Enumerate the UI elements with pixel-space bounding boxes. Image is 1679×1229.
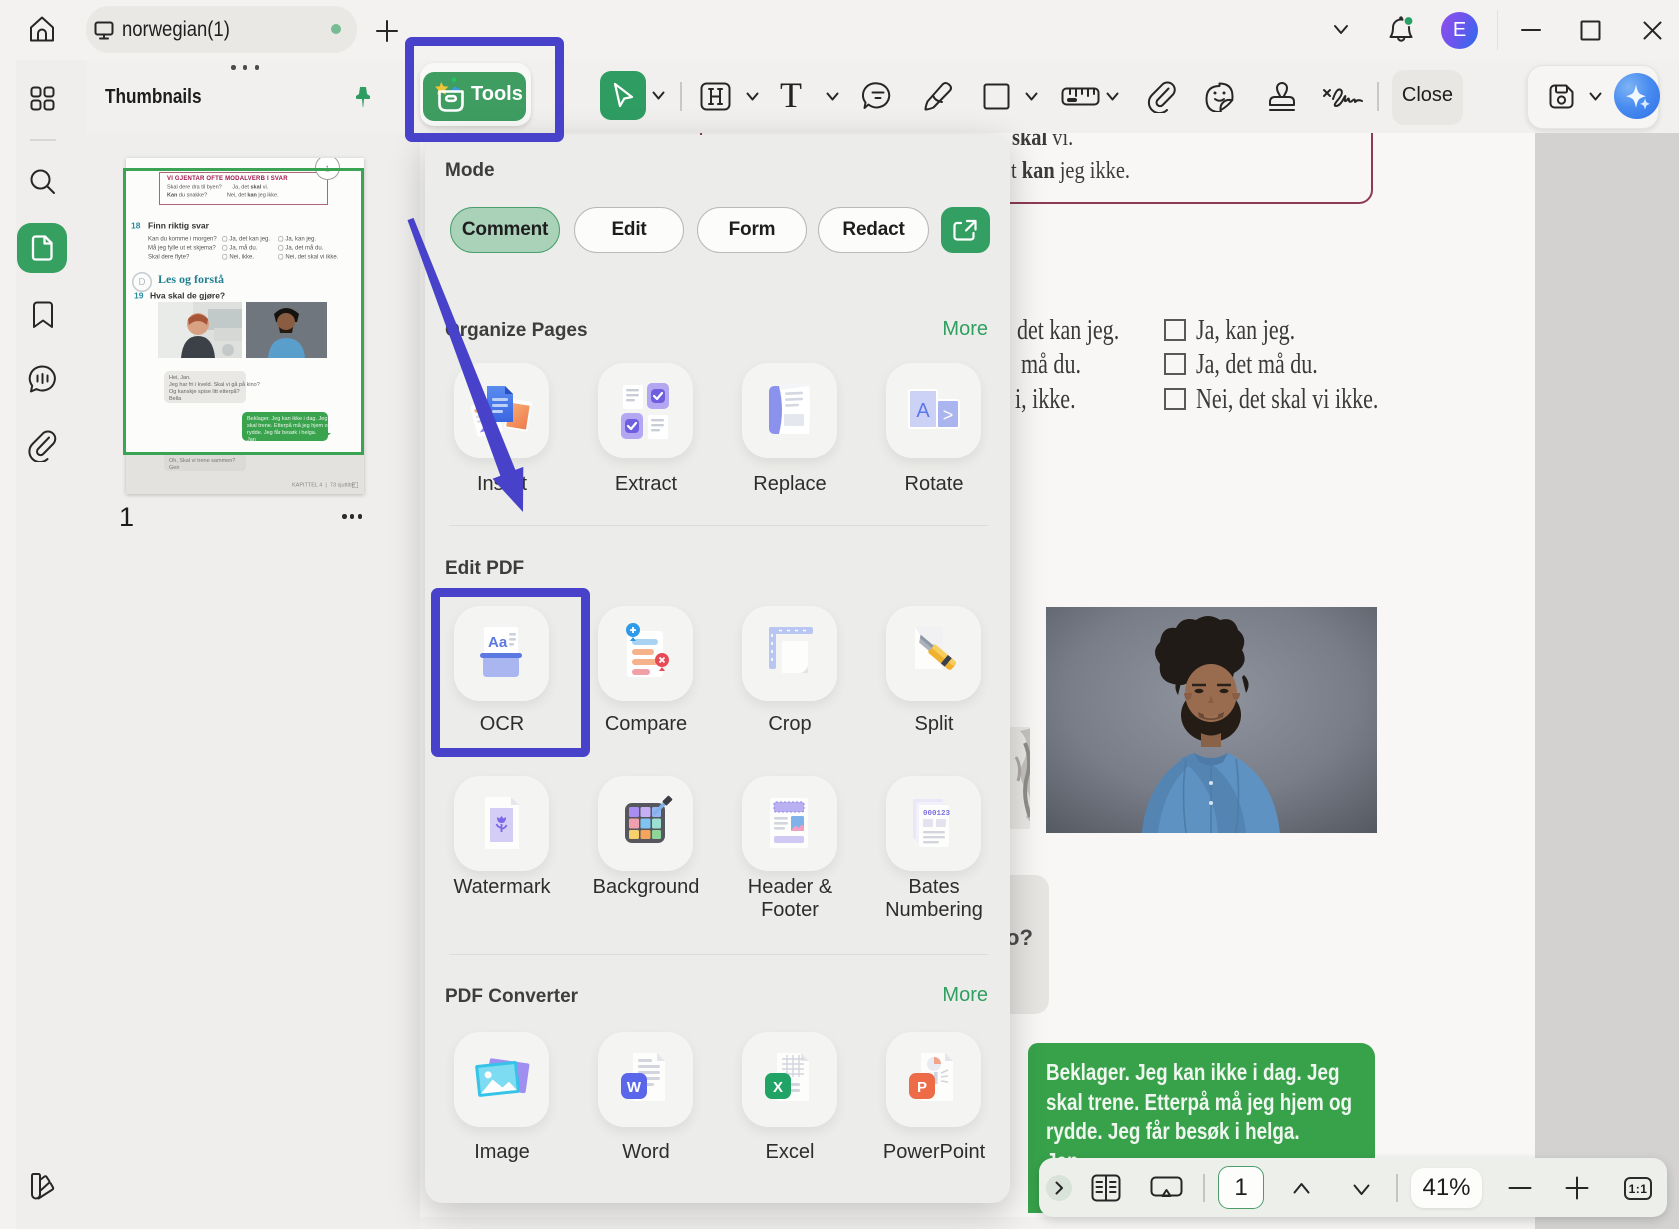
- svg-text:W: W: [627, 1079, 642, 1096]
- svg-text:000123: 000123: [923, 810, 951, 818]
- svg-text:A: A: [916, 400, 930, 422]
- svg-text:>: >: [943, 405, 954, 425]
- svg-text:X: X: [773, 1079, 783, 1096]
- svg-text:P: P: [917, 1079, 927, 1096]
